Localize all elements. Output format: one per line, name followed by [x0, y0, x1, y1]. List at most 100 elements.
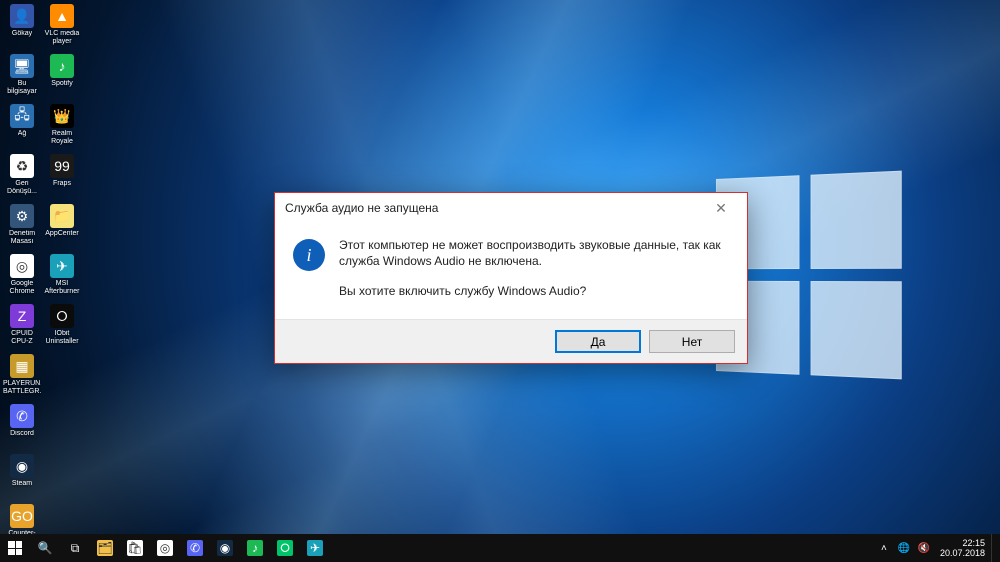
dialog-message-line1: Этот компьютер не может воспроизводить з…: [339, 237, 733, 269]
geri-donusum-icon: ♻: [10, 154, 34, 178]
desktop-icon-label: IObit Uninstaller: [43, 330, 81, 346]
search-icon: 🔍: [37, 540, 53, 556]
desktop-icon-discord[interactable]: ✆ Discord: [2, 402, 42, 452]
discord-icon: ✆: [187, 540, 203, 556]
fraps-icon: 99: [50, 154, 74, 178]
ag-icon: 🖧: [10, 104, 34, 128]
discord-icon: ✆: [10, 404, 34, 428]
desktop-icon-label: VLC media player: [43, 30, 81, 46]
vlc-icon: ▲: [50, 4, 74, 28]
clock-date: 20.07.2018: [940, 548, 985, 558]
desktop-icon-appcenter[interactable]: 📁 AppCenter: [42, 202, 82, 252]
desktop-icon-label: Spotify: [51, 80, 72, 88]
desktop-icon-chrome[interactable]: ◎ Google Chrome: [2, 252, 42, 302]
steam-icon: ◉: [217, 540, 233, 556]
taskbar-right: ˄ 🌐 🔇 22:15 20.07.2018: [874, 534, 996, 562]
dialog-button-row: Да Нет: [275, 319, 747, 363]
close-icon: ✕: [715, 200, 727, 217]
desktop-icon-iobit[interactable]: ⭘ IObit Uninstaller: [42, 302, 82, 352]
desktop-icon-label: Bu bilgisayar: [3, 80, 41, 96]
csgo-icon: GO: [10, 504, 34, 528]
taskbar: 🔍 ⧉ 🗂 🛍 ◎ ✆ ◉ ♪ ⭘ ✈ ˄ 🌐 🔇 22:15 20.07.2018: [0, 534, 1000, 562]
desktop-icon-label: AppCenter: [45, 230, 78, 238]
desktop-icon-label: Denetim Masası: [3, 230, 41, 246]
desktop-icon-label: Ağ: [18, 130, 27, 138]
dialog-titlebar[interactable]: Служба аудио не запущена ✕: [275, 193, 747, 223]
tray-network[interactable]: 🌐: [894, 534, 914, 562]
desktop-icon-ag[interactable]: 🖧 Ağ: [2, 102, 42, 152]
taskbar-store-button[interactable]: 🛍: [120, 534, 150, 562]
tray-volume-icon: 🔇: [918, 543, 930, 554]
desktop-icon-geri-donusum[interactable]: ♻ Geri Dönüşü...: [2, 152, 42, 202]
taskbar-discord-button[interactable]: ✆: [180, 534, 210, 562]
denetim-icon: ⚙: [10, 204, 34, 228]
desktop-icon-gokay[interactable]: 👤 Gökay: [2, 2, 42, 52]
cpuid-icon: Z: [10, 304, 34, 328]
taskbar-afterburner-button[interactable]: ✈: [300, 534, 330, 562]
desktop-icon-denetim[interactable]: ⚙ Denetim Masası: [2, 202, 42, 252]
afterburner-icon: ✈: [307, 540, 323, 556]
store-icon: 🛍: [127, 540, 143, 556]
steam-icon: ◉: [10, 454, 34, 478]
dialog-body: i Этот компьютер не может воспроизводить…: [275, 223, 747, 319]
tray-network-icon: 🌐: [898, 543, 910, 554]
taskbar-file-explorer-button[interactable]: 🗂: [90, 534, 120, 562]
realmroyale-icon: 👑: [50, 104, 74, 128]
taskbar-task-view-button[interactable]: ⧉: [60, 534, 90, 562]
tray-volume[interactable]: 🔇: [914, 534, 934, 562]
pubg-icon: ▦: [10, 354, 34, 378]
desktop-icon-label: PLAYERUN... BATTLEGR...: [3, 380, 41, 396]
bu-bilgisayar-icon: 🖥: [10, 54, 34, 78]
info-icon: i: [293, 239, 325, 271]
desktop-icon-label: Fraps: [53, 180, 71, 188]
desktop-icon-steam[interactable]: ◉ Steam: [2, 452, 42, 502]
show-desktop-button[interactable]: [991, 534, 996, 562]
desktop-icon-label: Steam: [12, 480, 32, 488]
tray-overflow[interactable]: ˄: [874, 534, 894, 562]
appcenter-icon: 📁: [50, 204, 74, 228]
taskbar-iobit-button[interactable]: ⭘: [270, 534, 300, 562]
iobit-icon: ⭘: [277, 540, 293, 556]
desktop-icon-cpuid[interactable]: Z CPUID CPU-Z: [2, 302, 42, 352]
dialog-message: Этот компьютер не может воспроизводить з…: [339, 237, 733, 299]
spotify-icon: ♪: [50, 54, 74, 78]
audio-service-dialog: Служба аудио не запущена ✕ i Этот компью…: [274, 192, 748, 364]
desktop-icon-label: CPUID CPU-Z: [3, 330, 41, 346]
dialog-no-button[interactable]: Нет: [649, 330, 735, 353]
gokay-icon: 👤: [10, 4, 34, 28]
desktop-icon-label: Discord: [10, 430, 34, 438]
desktop-icon-vlc[interactable]: ▲ VLC media player: [42, 2, 82, 52]
file-explorer-icon: 🗂: [97, 540, 113, 556]
dialog-title-text: Служба аудио не запущена: [285, 201, 438, 215]
desktop-icon-label: Gökay: [12, 30, 32, 38]
desktop-icon-label: Realm Royale: [43, 130, 81, 146]
spotify-icon: ♪: [247, 540, 263, 556]
chrome-icon: ◎: [10, 254, 34, 278]
taskbar-chrome-button[interactable]: ◎: [150, 534, 180, 562]
dialog-close-button[interactable]: ✕: [701, 196, 741, 220]
desktop-icon-label: Google Chrome: [3, 280, 41, 296]
taskbar-spotify-button[interactable]: ♪: [240, 534, 270, 562]
desktop-icon-label: Geri Dönüşü...: [3, 180, 41, 196]
desktop-icon-bu-bilgisayar[interactable]: 🖥 Bu bilgisayar: [2, 52, 42, 102]
desktop-icon-spotify[interactable]: ♪ Spotify: [42, 52, 82, 102]
desktop-icon-label: MSI Afterburner: [43, 280, 81, 296]
taskbar-clock[interactable]: 22:15 20.07.2018: [934, 538, 991, 558]
iobit-icon: ⭘: [50, 304, 74, 328]
afterburner-icon: ✈: [50, 254, 74, 278]
desktop-icon-afterburner[interactable]: ✈ MSI Afterburner: [42, 252, 82, 302]
desktop-icon-fraps[interactable]: 99 Fraps: [42, 152, 82, 202]
desktop-icon-pubg[interactable]: ▦ PLAYERUN... BATTLEGR...: [2, 352, 42, 402]
clock-time: 22:15: [940, 538, 985, 548]
windows-start-icon: [8, 541, 22, 555]
dialog-yes-button[interactable]: Да: [555, 330, 641, 353]
task-view-icon: ⧉: [67, 540, 83, 556]
taskbar-steam-button[interactable]: ◉: [210, 534, 240, 562]
desktop-icons: 👤 Gökay 🖥 Bu bilgisayar 🖧 Ağ ♻ Geri Dönüşü... ⚙ D…: [2, 2, 82, 562]
chrome-icon: ◎: [157, 540, 173, 556]
tray-overflow-icon: ˄: [881, 543, 887, 554]
taskbar-left: 🔍 ⧉ 🗂 🛍 ◎ ✆ ◉ ♪ ⭘ ✈: [0, 534, 330, 562]
desktop-icon-realmroyale[interactable]: 👑 Realm Royale: [42, 102, 82, 152]
taskbar-search-button[interactable]: 🔍: [30, 534, 60, 562]
taskbar-start-button[interactable]: [0, 534, 30, 562]
